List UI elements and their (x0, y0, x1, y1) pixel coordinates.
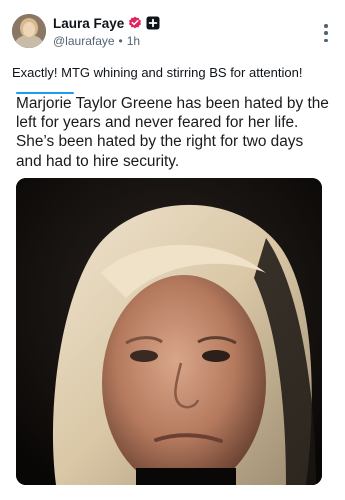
name-row: Laura Faye (53, 14, 305, 32)
display-name[interactable]: Laura Faye (53, 16, 124, 31)
image-caption-text: Marjorie Taylor Greene has been hated by… (16, 95, 329, 170)
portrait-photo[interactable] (16, 178, 322, 485)
portrait-illustration (16, 178, 322, 485)
separator-dot: • (118, 34, 123, 48)
avatar-image (12, 14, 46, 48)
more-dot (324, 24, 328, 28)
verified-badge-icon (128, 16, 142, 30)
tweet-text: Exactly! MTG whining and stirring BS for… (12, 65, 303, 80)
more-dot (324, 38, 328, 42)
meta-row: @laurafaye • 1h (53, 33, 305, 49)
more-options-icon[interactable] (323, 24, 329, 42)
timestamp[interactable]: 1h (127, 34, 140, 48)
plus-badge-icon (146, 16, 160, 30)
avatar[interactable] (12, 14, 46, 48)
tweet: Laura Faye @laurafaye • 1h Exactly! MTG … (0, 0, 345, 500)
tweet-header: Laura Faye @laurafaye • 1h (53, 14, 305, 48)
handle[interactable]: @laurafaye (53, 34, 115, 48)
more-dot (324, 31, 328, 35)
